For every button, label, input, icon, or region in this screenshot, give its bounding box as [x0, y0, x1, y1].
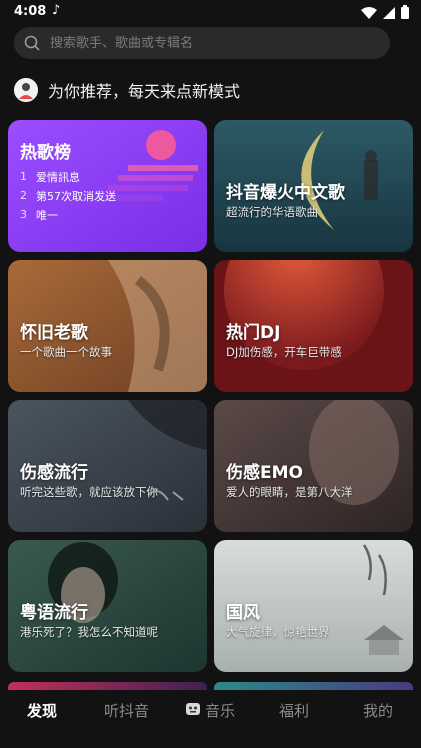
search-input[interactable]	[48, 34, 352, 52]
robot-icon	[185, 701, 201, 721]
list-item[interactable]: 1 爱情訊息	[20, 167, 116, 186]
sad-pop-card[interactable]: 伤感流行 听完这些歌，就应该放下你	[8, 400, 207, 532]
tab-label: 听抖音	[104, 702, 150, 720]
rank-number: 1	[20, 170, 27, 183]
hot-card-title: 热歌榜	[20, 143, 71, 163]
music-note-icon: ♪	[52, 3, 61, 18]
card-title: 粤语流行	[20, 603, 88, 623]
tab-label: 发现	[27, 702, 58, 720]
card-subtitle: 港乐死了？我怎么不知道呢	[20, 625, 158, 639]
status-icons	[361, 4, 409, 23]
douyin-hits-card[interactable]: 抖音爆火中文歌 超流行的华语歌曲	[214, 120, 413, 252]
wifi-icon	[361, 4, 377, 23]
battery-icon	[401, 4, 409, 23]
tab-label: 我的	[363, 702, 394, 720]
partial-card	[8, 682, 207, 690]
status-bar: 4:08 ♪	[0, 0, 421, 24]
chinese-style-card[interactable]: 国风 大气旋律，惊艳世界	[214, 540, 413, 672]
card-title: 伤感EMO	[226, 463, 303, 483]
hot-dj-card[interactable]: 热门DJ DJ加伤感，开车巨带感	[214, 260, 413, 392]
signal-icon	[383, 4, 395, 23]
card-subtitle: 超流行的华语歌曲	[226, 205, 318, 219]
tab-douyin[interactable]: 听抖音	[104, 700, 149, 721]
rank-number: 3	[20, 208, 27, 221]
song-name: 第57次取消发送	[36, 189, 116, 203]
hot-songs-card[interactable]: 热歌榜 1 爱情訊息 2 第57次取消发送 3 唯一	[8, 120, 207, 252]
list-item[interactable]: 3 唯一	[20, 205, 116, 224]
card-subtitle: 听完这些歌，就应该放下你	[20, 485, 158, 499]
card-title: 怀旧老歌	[20, 323, 88, 343]
hot-song-list: 1 爱情訊息 2 第57次取消发送 3 唯一	[20, 167, 116, 224]
recommend-title: 为你推荐，每天来点新模式	[48, 82, 241, 101]
card-title: 伤感流行	[20, 463, 88, 483]
bottom-tab-bar: 发现 听抖音 音乐 福利 我的	[0, 690, 421, 748]
song-name: 唯一	[36, 208, 58, 222]
tab-label: 福利	[279, 702, 310, 720]
song-name: 爱情訊息	[36, 170, 80, 184]
tab-welfare[interactable]: 福利	[279, 700, 309, 721]
tab-mine[interactable]: 我的	[363, 700, 393, 721]
tab-discover[interactable]: 发现	[27, 700, 57, 721]
search-bar[interactable]	[14, 27, 390, 59]
nostalgic-songs-card[interactable]: 怀旧老歌 一个歌曲一个故事	[8, 260, 207, 392]
list-item[interactable]: 2 第57次取消发送	[20, 186, 116, 205]
card-title: 热门DJ	[226, 323, 281, 343]
card-title: 抖音爆火中文歌	[226, 183, 345, 203]
card-subtitle: 一个歌曲一个故事	[20, 345, 112, 359]
card-subtitle: 大气旋律，惊艳世界	[226, 625, 330, 639]
sad-emo-card[interactable]: 伤感EMO 爱人的眼睛，是第八大洋	[214, 400, 413, 532]
card-title: 国风	[226, 603, 260, 623]
tab-music[interactable]: 音乐	[185, 700, 235, 721]
card-subtitle: 爱人的眼睛，是第八大洋	[226, 485, 353, 499]
rank-number: 2	[20, 189, 27, 202]
avatar[interactable]	[14, 78, 38, 102]
recommend-header: 为你推荐，每天来点新模式	[14, 76, 240, 104]
status-time: 4:08	[14, 4, 47, 19]
card-subtitle: DJ加伤感，开车巨带感	[226, 345, 342, 359]
partial-card	[214, 682, 413, 690]
tab-label: 音乐	[205, 702, 236, 720]
cantonese-pop-card[interactable]: 粤语流行 港乐死了？我怎么不知道呢	[8, 540, 207, 672]
search-icon	[24, 35, 40, 51]
